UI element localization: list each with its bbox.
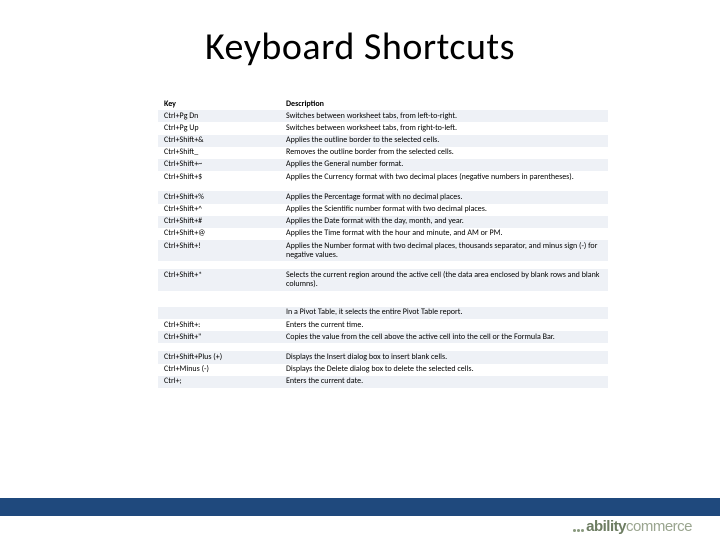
spacer-row [158, 343, 608, 351]
table-row: Ctrl+Shift+Plus (+)Displays the Insert d… [158, 351, 608, 363]
cell-key: Ctrl+Shift+$ [158, 171, 280, 183]
table-row: Ctrl+;Enters the current date. [158, 376, 608, 388]
cell-key: Ctrl+Shift_ [158, 147, 280, 159]
cell-desc: Enters the current time. [280, 319, 608, 331]
spacer-row [158, 299, 608, 307]
cell-key: Ctrl+Shift+^ [158, 204, 280, 216]
shortcuts-table-container: Key Description Ctrl+Pg DnSwitches betwe… [158, 98, 608, 388]
cell-desc: Applies the Number format with two decim… [280, 240, 608, 261]
cell-key: Ctrl+Shift+# [158, 216, 280, 228]
table-row: Ctrl+Pg DnSwitches between worksheet tab… [158, 110, 608, 122]
cell-desc: Applies the General number format. [280, 159, 608, 171]
table-row: Ctrl+Pg UpSwitches between worksheet tab… [158, 122, 608, 134]
cell-desc: Removes the outline border from the sele… [280, 147, 608, 159]
cell-key: Ctrl+Shift+" [158, 331, 280, 343]
cell-desc: Copies the value from the cell above the… [280, 331, 608, 343]
cell-desc: Switches between worksheet tabs, from le… [280, 110, 608, 122]
cell-key: Ctrl+Pg Dn [158, 110, 280, 122]
cell-desc: In a Pivot Table, it selects the entire … [280, 307, 608, 319]
cell-desc: Applies the Scientific number format wit… [280, 204, 608, 216]
slide-title: Keyboard Shortcuts [0, 24, 720, 70]
logo-dots-icon [572, 519, 584, 536]
header-desc: Description [280, 98, 608, 110]
brand-logo: abilitycommerce [572, 518, 692, 536]
footer: abilitycommerce [0, 498, 720, 540]
cell-desc: Applies the Currency format with two dec… [280, 171, 608, 183]
cell-key: Ctrl+Shift+~ [158, 159, 280, 171]
cell-desc: Applies the Date format with the day, mo… [280, 216, 608, 228]
logo-part1: ability [586, 518, 626, 535]
table-row: Ctrl+Shift_Removes the outline border fr… [158, 147, 608, 159]
shortcuts-table: Key Description Ctrl+Pg DnSwitches betwe… [158, 98, 608, 388]
logo-part2: commerce [626, 518, 692, 535]
table-row: Ctrl+Shift+@Applies the Time format with… [158, 228, 608, 240]
cell-key: Ctrl+Minus (-) [158, 364, 280, 376]
table-row: Ctrl+Shift+*Selects the current region a… [158, 269, 608, 290]
spacer-row [158, 183, 608, 191]
cell-desc: Selects the current region around the ac… [280, 269, 608, 290]
table-row: Ctrl+Shift+:Enters the current time. [158, 319, 608, 331]
cell-key: Ctrl+Shift+% [158, 191, 280, 203]
cell-desc: Applies the outline border to the select… [280, 135, 608, 147]
cell-desc: Displays the Insert dialog box to insert… [280, 351, 608, 363]
cell-key: Ctrl+Shift+& [158, 135, 280, 147]
cell-desc: Displays the Delete dialog box to delete… [280, 364, 608, 376]
cell-key: Ctrl+Shift+Plus (+) [158, 351, 280, 363]
cell-key: Ctrl+Pg Up [158, 122, 280, 134]
table-row: Ctrl+Shift+!Applies the Number format wi… [158, 240, 608, 261]
header-key: Key [158, 98, 280, 110]
spacer-row [158, 291, 608, 299]
spacer-row [158, 261, 608, 269]
table-row: Ctrl+Minus (-)Displays the Delete dialog… [158, 364, 608, 376]
cell-desc: Switches between worksheet tabs, from ri… [280, 122, 608, 134]
cell-key: Ctrl+Shift+! [158, 240, 280, 261]
cell-key: Ctrl+; [158, 376, 280, 388]
table-row: Ctrl+Shift+#Applies the Date format with… [158, 216, 608, 228]
table-row: Ctrl+Shift+%Applies the Percentage forma… [158, 191, 608, 203]
cell-key: Ctrl+Shift+: [158, 319, 280, 331]
cell-desc: Applies the Percentage format with no de… [280, 191, 608, 203]
table-row: Ctrl+Shift+&Applies the outline border t… [158, 135, 608, 147]
cell-key: Ctrl+Shift+@ [158, 228, 280, 240]
table-row: Ctrl+Shift+"Copies the value from the ce… [158, 331, 608, 343]
table-row: In a Pivot Table, it selects the entire … [158, 307, 608, 319]
cell-key: Ctrl+Shift+* [158, 269, 280, 290]
table-row: Ctrl+Shift+^Applies the Scientific numbe… [158, 204, 608, 216]
cell-desc: Enters the current date. [280, 376, 608, 388]
table-row: Ctrl+Shift+~Applies the General number f… [158, 159, 608, 171]
cell-desc: Applies the Time format with the hour an… [280, 228, 608, 240]
cell-key [158, 307, 280, 319]
footer-bar [0, 498, 720, 516]
table-row: Ctrl+Shift+$Applies the Currency format … [158, 171, 608, 183]
slide: Keyboard Shortcuts Key Description Ctrl+… [0, 0, 720, 540]
